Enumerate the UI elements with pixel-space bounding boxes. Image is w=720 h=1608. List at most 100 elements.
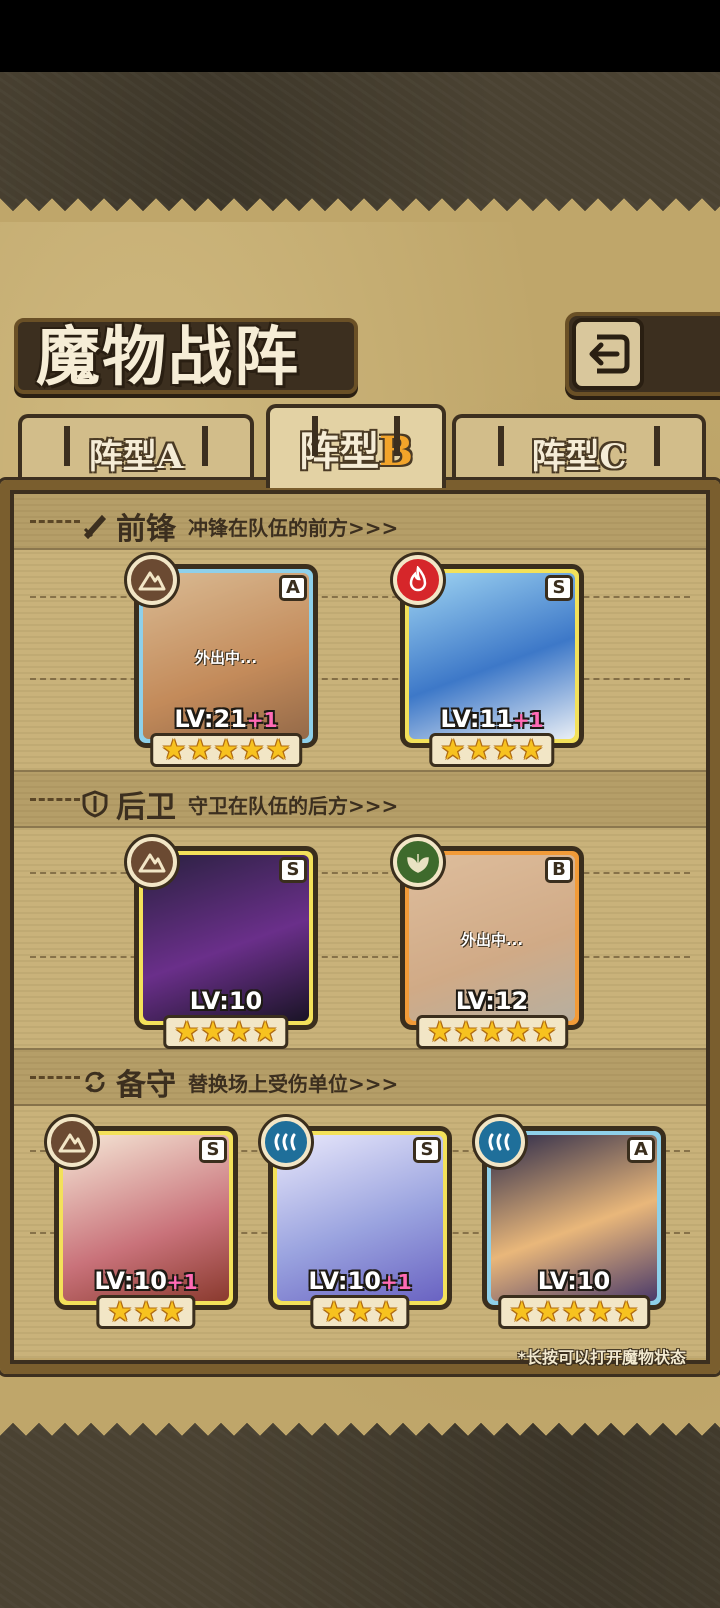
divider: [30, 596, 690, 598]
star-rating: ★ ★ ★ ★: [163, 1015, 289, 1049]
monster-card[interactable]: S LV:10 ★ ★ ★ ★: [127, 837, 318, 1049]
section-title: 后卫: [116, 790, 176, 825]
earth-icon: [127, 555, 177, 605]
level-text: LV:11: [440, 705, 513, 733]
earth-icon: [127, 837, 177, 887]
star-rating: ★ ★ ★ ★ ★: [150, 733, 302, 767]
section-title: 备守: [116, 1068, 176, 1103]
long-press-hint: *长按可以打开魔物状态: [517, 1348, 686, 1367]
earth-icon: [47, 1117, 97, 1167]
tab-formation-c[interactable]: 阵型C: [452, 414, 706, 488]
divider: [30, 678, 690, 680]
star-icon: ★: [200, 1015, 226, 1048]
section-desc: 守卫在队伍的后方>>>: [188, 793, 399, 818]
level-text: LV:10: [189, 987, 263, 1015]
star-icon: ★: [174, 1015, 200, 1048]
divider: [30, 520, 80, 523]
star-icon: ★: [613, 1295, 639, 1328]
rank-badge: S: [279, 857, 307, 883]
star-icon: ★: [373, 1295, 399, 1328]
back-button[interactable]: [572, 318, 644, 390]
level-label: LV:12: [405, 987, 579, 1015]
star-rating: ★ ★ ★ ★ ★: [498, 1295, 650, 1329]
star-rating: ★ ★ ★ ★ ★: [416, 1015, 568, 1049]
tab-label: 阵型: [88, 436, 157, 477]
section-header-front: 前锋 冲锋在队伍的前方>>>: [80, 504, 398, 548]
sword-icon: [80, 511, 110, 541]
section-title: 前锋: [116, 512, 176, 547]
level-text: LV:12: [455, 987, 529, 1015]
rank-badge: A: [279, 575, 307, 601]
shield-icon: [80, 789, 110, 819]
page-title: 魔物战阵: [36, 320, 300, 395]
rank-badge: S: [545, 575, 573, 601]
star-icon: ★: [535, 1295, 561, 1328]
return-arrow-icon: [589, 334, 630, 374]
swap-icon: [80, 1067, 110, 1097]
star-icon: ★: [213, 733, 239, 766]
level-label: LV:10: [139, 987, 313, 1015]
water-icon: [261, 1117, 311, 1167]
monster-card[interactable]: S LV:10+1 ★ ★ ★: [261, 1117, 452, 1329]
parchment-bottom-edge: [0, 1410, 720, 1436]
tab-letter: C: [599, 436, 627, 477]
status-bar: [0, 0, 720, 72]
level-text: LV:10: [94, 1267, 167, 1295]
star-icon: ★: [505, 1015, 531, 1048]
divider: [30, 956, 690, 958]
star-icon: ★: [561, 1295, 587, 1328]
water-icon: [475, 1117, 525, 1167]
monster-card[interactable]: B 外出中... LV:12 ★ ★ ★ ★ ★: [393, 837, 584, 1049]
star-icon: ★: [427, 1015, 453, 1048]
level-label: LV:11+1: [405, 705, 579, 733]
star-icon: ★: [107, 1295, 133, 1328]
level-label: LV:21+1: [139, 705, 313, 733]
star-icon: ★: [492, 733, 518, 766]
star-icon: ★: [159, 1295, 185, 1328]
away-status: 外出中...: [460, 931, 524, 949]
star-icon: ★: [440, 733, 466, 766]
level-text: LV:10: [537, 1267, 611, 1295]
star-rating: ★ ★ ★ ★: [429, 733, 555, 767]
monster-card[interactable]: S LV:11+1 ★ ★ ★ ★: [393, 555, 584, 767]
parchment-top-edge: [0, 198, 720, 224]
level-label: LV:10+1: [59, 1267, 233, 1295]
star-icon: ★: [479, 1015, 505, 1048]
star-icon: ★: [265, 733, 291, 766]
star-rating: ★ ★ ★: [96, 1295, 196, 1329]
star-icon: ★: [587, 1295, 613, 1328]
section-desc: 替换场上受伤单位>>>: [188, 1071, 399, 1096]
level-bonus: +1: [380, 1270, 412, 1294]
star-icon: ★: [226, 1015, 252, 1048]
section-desc: 冲锋在队伍的前方>>>: [188, 515, 399, 540]
star-icon: ★: [453, 1015, 479, 1048]
rank-badge: S: [199, 1137, 227, 1163]
star-icon: ★: [239, 733, 265, 766]
level-bonus: +1: [246, 708, 278, 732]
leaf-icon: [393, 837, 443, 887]
monster-card[interactable]: S LV:10+1 ★ ★ ★: [47, 1117, 238, 1329]
level-text: LV:10: [308, 1267, 381, 1295]
fire-icon: [393, 555, 443, 605]
tab-formation-a[interactable]: 阵型A: [18, 414, 254, 488]
star-icon: ★: [133, 1295, 159, 1328]
star-icon: ★: [321, 1295, 347, 1328]
level-label: LV:10+1: [273, 1267, 447, 1295]
star-icon: ★: [187, 733, 213, 766]
monster-card[interactable]: A LV:10 ★ ★ ★ ★ ★: [475, 1117, 666, 1329]
rank-badge: B: [545, 857, 573, 883]
tab-formation-b[interactable]: 阵型B: [266, 404, 446, 488]
rank-badge: A: [627, 1137, 655, 1163]
monster-card[interactable]: A 外出中... LV:21+1 ★ ★ ★ ★ ★: [127, 555, 318, 767]
section-header-rear: 后卫 守卫在队伍的后方>>>: [80, 782, 398, 826]
rank-badge: S: [413, 1137, 441, 1163]
tab-letter: B: [379, 428, 413, 475]
tab-label: 阵型: [299, 428, 380, 475]
level-bonus: +1: [512, 708, 544, 732]
star-icon: ★: [518, 733, 544, 766]
level-bonus: +1: [166, 1270, 198, 1294]
tab-label: 阵型: [531, 436, 600, 477]
divider: [30, 1076, 80, 1079]
star-icon: ★: [347, 1295, 373, 1328]
star-icon: ★: [531, 1015, 557, 1048]
